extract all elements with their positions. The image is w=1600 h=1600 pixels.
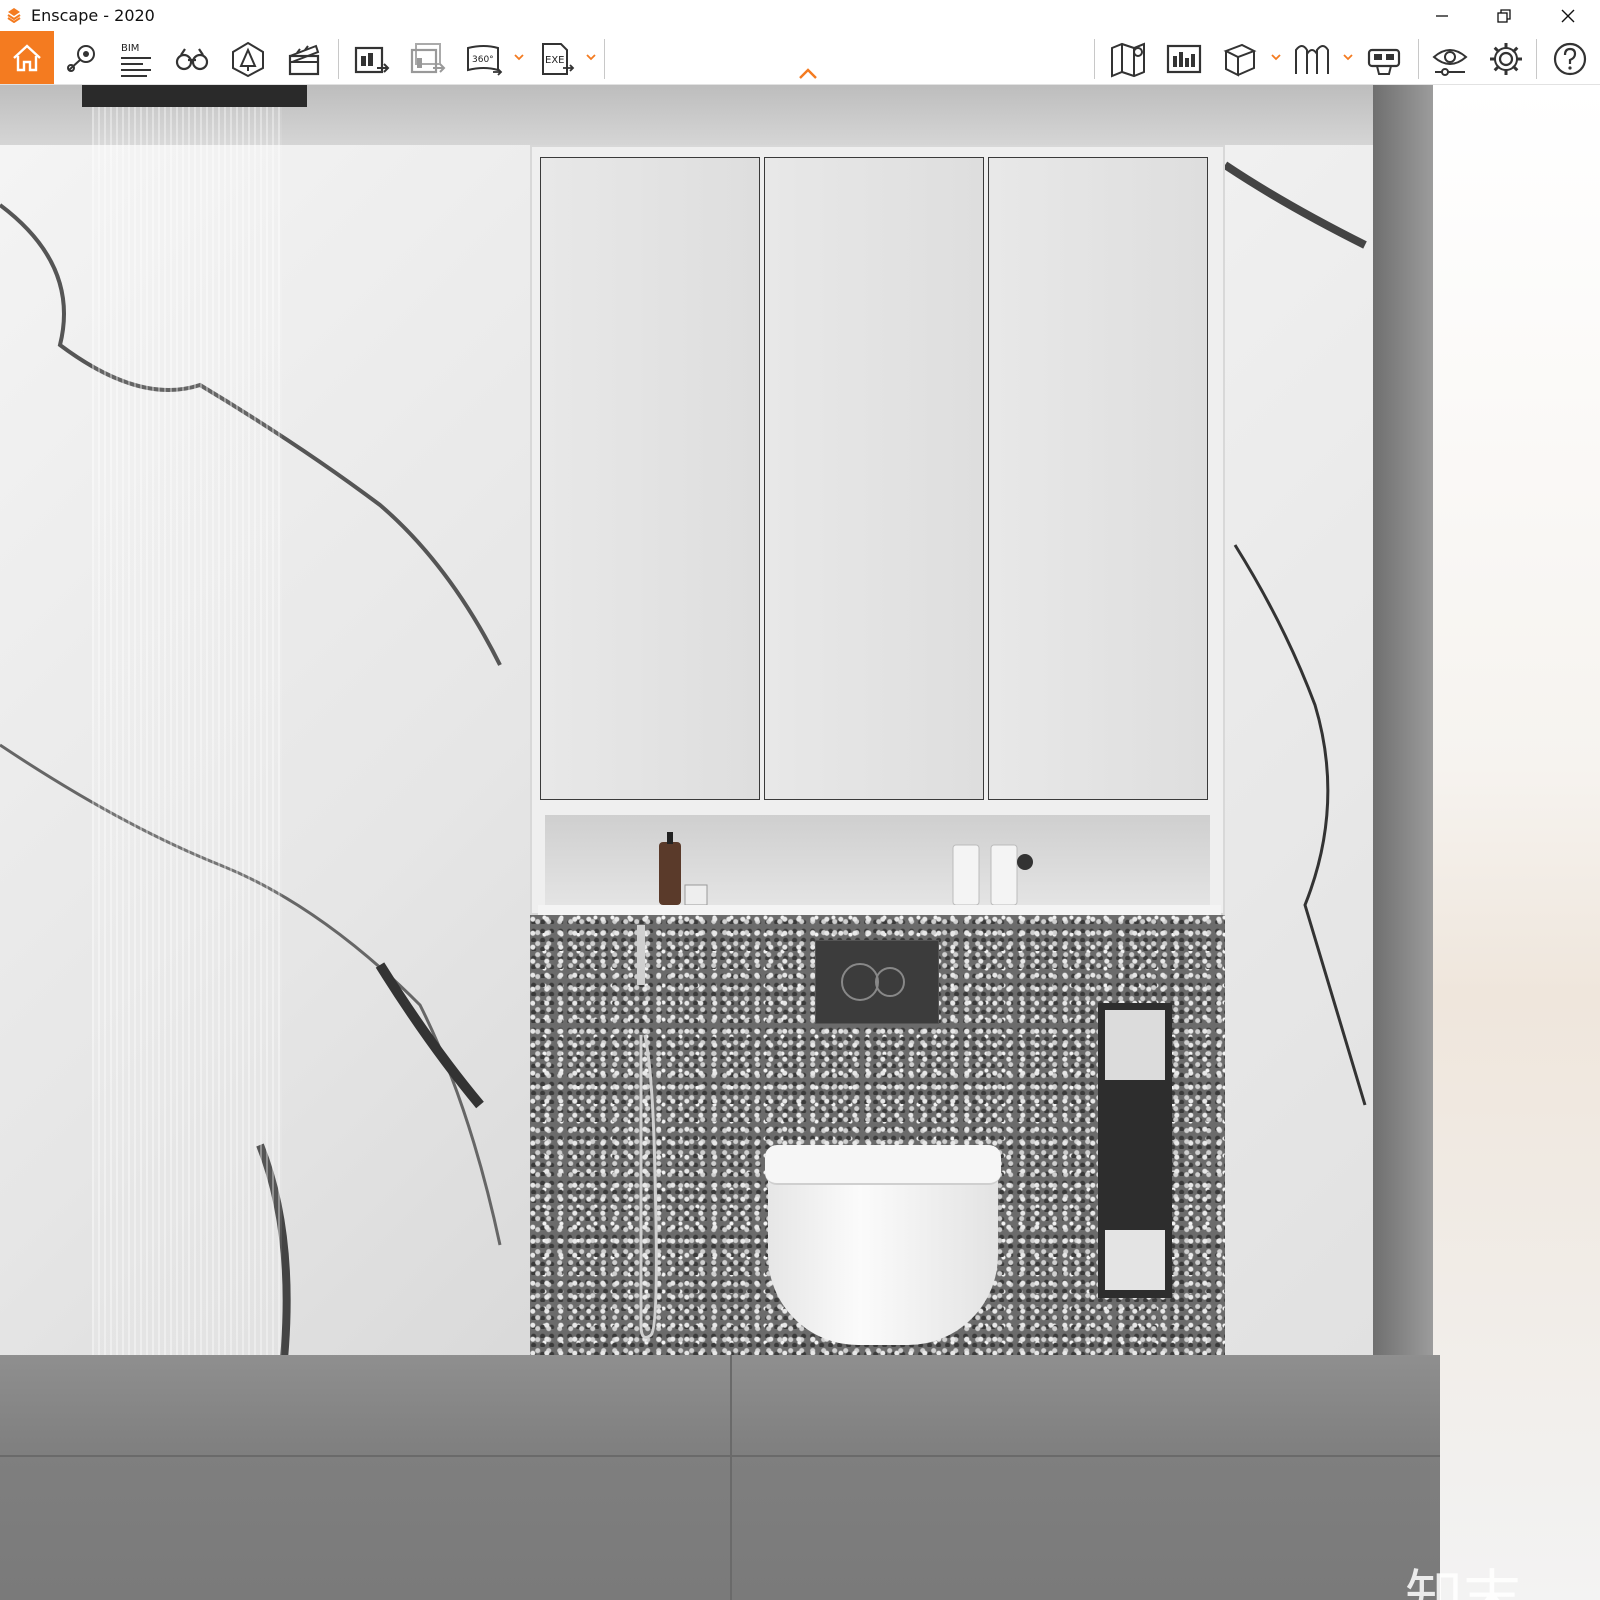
location-button[interactable] <box>60 37 104 81</box>
export-exe-button[interactable]: EXE <box>534 37 578 81</box>
enscape-logo-icon <box>7 8 21 23</box>
floor-tile-joint <box>730 1355 732 1600</box>
toolbar-separator <box>338 39 339 79</box>
toolbar-separator <box>604 39 605 79</box>
toolbar-separator <box>1536 39 1537 79</box>
atmosphere-icon <box>232 41 264 78</box>
minimize-icon <box>1436 14 1448 17</box>
chevron-up-icon[interactable] <box>797 67 819 81</box>
export-exe-label: EXE <box>545 55 565 66</box>
render-viewport[interactable]: 知末 ID: 1132505231 <box>0 85 1600 1600</box>
map-button[interactable] <box>1106 37 1150 81</box>
video-editor-button[interactable] <box>282 37 326 81</box>
map-icon <box>1111 42 1145 78</box>
cabinet-door-right <box>988 157 1208 800</box>
home-icon <box>13 43 41 71</box>
panorama-360-icon: 360° <box>467 45 503 76</box>
restore-icon <box>1497 8 1511 23</box>
batch-render-icon <box>410 43 446 74</box>
toilet-paper-roll <box>1105 1010 1165 1080</box>
help-icon <box>1553 42 1587 76</box>
window-frame <box>1373 85 1433 1535</box>
cube-icon <box>1223 43 1257 77</box>
panorama-label: 360° <box>472 55 494 65</box>
toilet-lid <box>765 1145 1001 1185</box>
home-button[interactable] <box>0 31 54 84</box>
binoculars-icon <box>175 48 209 71</box>
marble-veins <box>1222 161 1367 1106</box>
bim-list-icon: BIM <box>121 43 151 77</box>
bim-button[interactable]: BIM <box>114 37 158 81</box>
cabinet-door-middle <box>764 157 984 800</box>
rain-shower-water <box>92 85 282 1390</box>
toilet-brush-holder <box>1105 1230 1165 1290</box>
watermark-logo: 知末 <box>1405 1563 1522 1600</box>
vr-headset-icon <box>1367 48 1401 75</box>
marble-wall-right <box>1222 145 1375 1440</box>
panorama-button[interactable]: 360° <box>462 37 506 81</box>
export-exe-icon: EXE <box>542 43 575 75</box>
tile-floor <box>0 1355 1440 1600</box>
render-image-button[interactable] <box>350 37 394 81</box>
minimize-button[interactable] <box>1412 0 1472 31</box>
general-settings-button[interactable] <box>1484 37 1528 81</box>
toolbar-separator <box>1094 39 1095 79</box>
bidet-sprayer-hose <box>637 925 658 1339</box>
vr-headset-button[interactable] <box>1362 37 1406 81</box>
export-image-icon <box>354 46 390 74</box>
gear-icon <box>1490 43 1522 75</box>
map-pin-icon <box>67 45 95 72</box>
web-standalone-button[interactable] <box>1162 37 1206 81</box>
export-dropdown-chevron-icon[interactable] <box>585 51 597 63</box>
batch-render-button[interactable] <box>406 37 450 81</box>
binoculars-button[interactable] <box>170 37 214 81</box>
toolbar-separator <box>1418 39 1419 79</box>
screen-export-icon <box>1166 44 1202 74</box>
cabinet-door-left <box>540 157 760 800</box>
close-button[interactable] <box>1538 0 1598 31</box>
toiletry-bottles <box>659 832 1033 905</box>
clapperboard-icon <box>288 44 320 76</box>
flush-plate <box>815 940 939 1024</box>
main-toolbar: BIM 360° EXE <box>0 31 1600 85</box>
asset-library-button[interactable] <box>1218 37 1262 81</box>
restore-button[interactable] <box>1474 0 1534 31</box>
asset-dropdown-chevron-icon[interactable] <box>1270 51 1282 63</box>
materials-button[interactable] <box>1290 37 1334 81</box>
visual-settings-button[interactable] <box>1428 37 1472 81</box>
shelf-ledge <box>538 905 1221 915</box>
floor-tile-joint <box>0 1455 1440 1457</box>
desert-window-view <box>1432 85 1600 1600</box>
help-button[interactable] <box>1548 37 1592 81</box>
bim-label: BIM <box>121 43 139 54</box>
title-bar: Enscape - 2020 <box>0 0 1600 31</box>
ceiling-shower-head <box>82 85 307 107</box>
atmosphere-button[interactable] <box>226 37 270 81</box>
close-icon <box>1561 9 1575 22</box>
panorama-dropdown-chevron-icon[interactable] <box>513 51 525 63</box>
materials-dropdown-chevron-icon[interactable] <box>1342 51 1354 63</box>
material-icon <box>1295 45 1329 74</box>
eye-settings-icon <box>1432 49 1468 76</box>
flush-buttons <box>841 963 905 1001</box>
window-title: Enscape - 2020 <box>31 6 155 25</box>
